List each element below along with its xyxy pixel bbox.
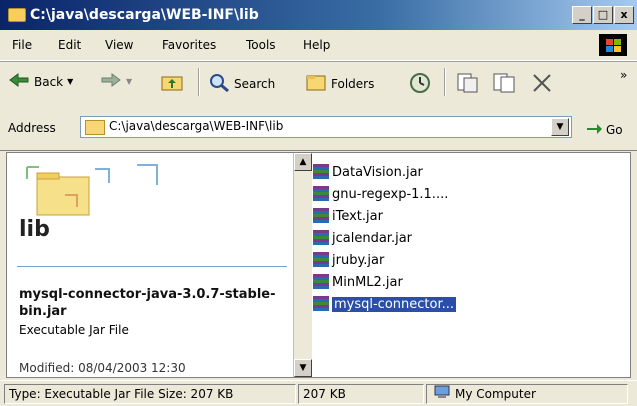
details-scrollbar[interactable]: ▲ ▼	[293, 153, 312, 377]
file-item[interactable]: DataVision.jar	[313, 161, 613, 183]
up-folder-icon	[160, 72, 184, 95]
window-title: C:\java\descarga\WEB-INF\lib	[30, 7, 259, 23]
file-item[interactable]: iText.jar	[313, 205, 613, 227]
history-button[interactable]	[408, 72, 432, 97]
folder-graphic-icon	[17, 159, 177, 222]
move-to-button[interactable]	[456, 72, 480, 97]
jar-archive-icon	[313, 274, 329, 290]
go-button[interactable]: Go	[585, 120, 623, 139]
chevron-down-icon[interactable]: ▼	[67, 77, 73, 86]
file-name: jcalendar.jar	[332, 230, 412, 246]
search-button[interactable]: Search	[208, 72, 275, 95]
folders-button[interactable]: Folders	[305, 72, 374, 95]
search-label: Search	[234, 76, 276, 91]
jar-archive-icon	[313, 252, 329, 268]
status-zone: My Computer	[426, 384, 628, 404]
file-item[interactable]: jcalendar.jar	[313, 227, 613, 249]
file-item[interactable]: jruby.jar	[313, 249, 613, 271]
forward-arrow-icon	[100, 72, 122, 91]
file-name: jruby.jar	[332, 252, 385, 268]
menu-help[interactable]: Help	[303, 38, 330, 52]
file-item[interactable]: gnu-regexp-1.1....	[313, 183, 613, 205]
file-name: DataVision.jar	[332, 164, 423, 180]
back-label: Back	[34, 74, 64, 89]
status-bar: Type: Executable Jar File Size: 207 KB 2…	[0, 380, 637, 406]
file-name: iText.jar	[332, 208, 383, 224]
selected-file-modified: Modified: 08/04/2003 12:30	[19, 361, 186, 375]
scroll-up-button[interactable]: ▲	[294, 153, 312, 171]
file-item[interactable]: mysql-connector...	[313, 293, 613, 315]
toolbar-separator	[198, 68, 200, 96]
copy-to-button[interactable]	[492, 72, 516, 97]
file-name: mysql-connector...	[332, 296, 457, 312]
forward-button[interactable]: ▼	[100, 72, 132, 91]
up-folder-button[interactable]	[160, 72, 184, 95]
toolbar-overflow[interactable]: »	[620, 68, 627, 82]
delete-button[interactable]	[530, 72, 554, 97]
file-name: MinML2.jar	[332, 274, 403, 290]
jar-archive-icon	[313, 296, 329, 312]
folder-icon	[8, 8, 26, 22]
status-info: Type: Executable Jar File Size: 207 KB	[4, 384, 296, 404]
maximize-button[interactable]: □	[593, 6, 613, 24]
address-dropdown-button[interactable]: ▼	[551, 118, 569, 136]
menu-view[interactable]: View	[105, 38, 133, 52]
menu-file[interactable]: File	[12, 38, 32, 52]
content-area: lib mysql-connector-java-3.0.7-stable-bi…	[6, 152, 631, 378]
menu-favorites[interactable]: Favorites	[162, 38, 216, 52]
windows-logo-icon	[599, 34, 627, 56]
jar-archive-icon	[313, 230, 329, 246]
menu-tools[interactable]: Tools	[246, 38, 276, 52]
jar-archive-icon	[313, 208, 329, 224]
title-bar[interactable]: C:\java\descarga\WEB-INF\lib _ □ x	[0, 0, 637, 30]
menu-edit[interactable]: Edit	[58, 38, 81, 52]
move-to-icon	[456, 72, 480, 97]
close-button[interactable]: x	[614, 6, 634, 24]
selected-file-name: mysql-connector-java-3.0.7-stable-bin.ja…	[19, 287, 276, 319]
address-label: Address	[8, 121, 56, 135]
folders-label: Folders	[331, 76, 375, 91]
address-input[interactable]: C:\java\descarga\WEB-INF\lib ▼	[80, 116, 572, 138]
history-icon	[408, 72, 432, 97]
chevron-down-icon[interactable]: ▼	[126, 77, 132, 86]
my-computer-icon	[433, 385, 451, 403]
status-size: 207 KB	[298, 384, 424, 404]
back-arrow-icon	[8, 72, 30, 91]
file-name: gnu-regexp-1.1....	[332, 186, 449, 202]
delete-icon	[530, 72, 554, 97]
file-item[interactable]: MinML2.jar	[313, 271, 613, 293]
scroll-down-button[interactable]: ▼	[294, 359, 312, 377]
selected-file-type: Executable Jar File	[19, 323, 129, 337]
menu-bar: File Edit View Favorites Tools Help	[0, 30, 637, 61]
folder-title: lib	[19, 217, 50, 242]
back-button[interactable]: Back ▼	[8, 72, 73, 91]
copy-to-icon	[492, 72, 516, 97]
address-bar: Address C:\java\descarga\WEB-INF\lib ▼ G…	[0, 102, 637, 151]
file-list: DataVision.jar gnu-regexp-1.1.... iText.ja…	[313, 161, 613, 315]
toolbar-separator	[444, 68, 446, 96]
jar-archive-icon	[313, 164, 329, 180]
go-label: Go	[606, 122, 623, 137]
status-zone-label: My Computer	[455, 387, 536, 401]
go-arrow-icon	[585, 120, 603, 139]
search-icon	[208, 72, 230, 95]
explorer-window: C:\java\descarga\WEB-INF\lib _ □ x File …	[0, 0, 637, 406]
pane-divider	[17, 266, 287, 267]
address-value: C:\java\descarga\WEB-INF\lib	[109, 119, 284, 133]
jar-archive-icon	[313, 186, 329, 202]
minimize-button[interactable]: _	[572, 6, 592, 24]
toolbar: Back ▼ ▼ Search Folders »	[0, 61, 637, 103]
folders-icon	[305, 72, 327, 95]
folder-icon	[85, 120, 105, 135]
details-pane: lib mysql-connector-java-3.0.7-stable-bi…	[7, 153, 293, 377]
